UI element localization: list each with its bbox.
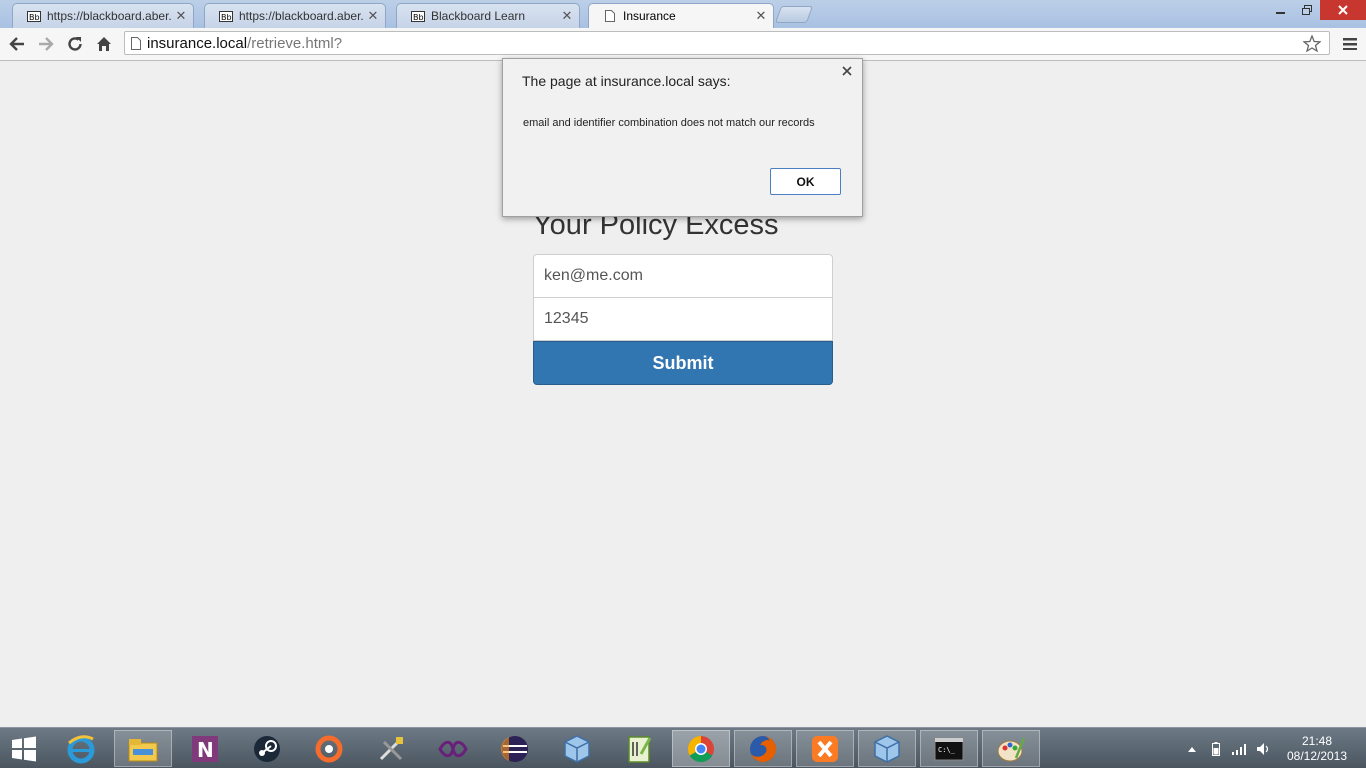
tab-label: Insurance <box>623 9 676 23</box>
back-icon[interactable] <box>5 32 29 56</box>
dialog-message: email and identifier combination does no… <box>523 117 815 129</box>
show-hidden-icons-icon[interactable] <box>1180 739 1204 759</box>
tab-label: Blackboard Learn <box>431 9 526 23</box>
command-prompt-icon[interactable]: C:\_ <box>920 730 978 767</box>
email-field[interactable] <box>533 254 833 298</box>
clock-time: 21:48 <box>1301 734 1333 748</box>
taskbar-clock[interactable]: 21:48 08/12/2013 <box>1286 734 1348 764</box>
svg-text:N: N <box>197 738 214 762</box>
reload-icon[interactable] <box>63 32 87 56</box>
blackboard-favicon-icon: Bb <box>411 10 425 22</box>
bookmark-star-icon[interactable] <box>1302 34 1322 56</box>
origin-icon[interactable] <box>300 730 358 767</box>
visual-studio-icon[interactable] <box>424 730 482 767</box>
svg-text:Bb: Bb <box>413 13 424 22</box>
chrome-icon[interactable] <box>672 730 730 767</box>
page-icon <box>125 36 147 50</box>
tab-label: https://blackboard.aber.ac <box>47 9 171 23</box>
window-controls <box>1268 0 1366 22</box>
tab-close-icon[interactable]: ✕ <box>175 8 187 24</box>
blackboard-favicon-icon: Bb <box>219 10 233 22</box>
restore-icon[interactable] <box>1294 0 1320 20</box>
steam-icon[interactable] <box>238 730 296 767</box>
ie-icon[interactable] <box>52 730 110 767</box>
tab-close-icon[interactable]: ✕ <box>755 8 767 24</box>
close-window-icon[interactable] <box>1320 0 1366 20</box>
browser-titlebar: Bb https://blackboard.aber.ac ✕ Bb https… <box>0 0 1366 28</box>
identifier-field[interactable] <box>533 297 833 341</box>
tools-icon[interactable] <box>362 730 420 767</box>
windows-start-icon[interactable] <box>8 734 40 764</box>
virtualbox-icon[interactable] <box>548 730 606 767</box>
volume-icon[interactable] <box>1252 739 1276 759</box>
new-tab-button[interactable] <box>774 6 814 23</box>
tab-blackboard-1[interactable]: Bb https://blackboard.aber.ac ✕ <box>12 3 194 28</box>
tab-label: https://blackboard.aber.ac <box>239 9 363 23</box>
tab-blackboard-2[interactable]: Bb https://blackboard.aber.ac ✕ <box>204 3 386 28</box>
onenote-icon[interactable]: N <box>176 730 234 767</box>
file-explorer-icon[interactable] <box>114 730 172 767</box>
network-signal-icon[interactable] <box>1228 739 1252 759</box>
alert-dialog: The page at insurance.local says: email … <box>502 58 863 217</box>
home-icon[interactable] <box>92 32 116 56</box>
battery-icon[interactable] <box>1204 739 1228 759</box>
address-host: insurance.local <box>147 34 248 52</box>
submit-button[interactable]: Submit <box>533 341 833 385</box>
tab-close-icon[interactable]: ✕ <box>367 8 379 24</box>
svg-text:C:\_: C:\_ <box>938 746 956 754</box>
system-tray <box>1180 728 1276 768</box>
close-icon[interactable] <box>840 65 854 79</box>
paint-icon[interactable] <box>982 730 1040 767</box>
page-favicon-icon <box>603 10 617 22</box>
xampp-icon[interactable] <box>796 730 854 767</box>
taskbar: N C:\_ 21:48 08/12/2013 <box>0 727 1366 768</box>
svg-text:Bb: Bb <box>221 13 232 22</box>
tab-blackboard-learn[interactable]: Bb Blackboard Learn ✕ <box>396 3 580 28</box>
dialog-title: The page at insurance.local says: <box>522 73 731 89</box>
menu-icon[interactable] <box>1338 32 1362 56</box>
tab-insurance[interactable]: Insurance ✕ <box>588 3 774 28</box>
firefox-icon[interactable] <box>734 730 792 767</box>
browser-toolbar: insurance.local/retrieve.html? <box>0 28 1366 61</box>
blackboard-favicon-icon: Bb <box>27 10 41 22</box>
ok-button[interactable]: OK <box>770 168 841 195</box>
tab-close-icon[interactable]: ✕ <box>561 8 573 24</box>
address-path: /retrieve.html? <box>247 34 343 52</box>
virtualbox-vm-icon[interactable] <box>858 730 916 767</box>
minimize-icon[interactable] <box>1268 0 1294 20</box>
eclipse-icon[interactable] <box>486 730 544 767</box>
clock-date: 08/12/2013 <box>1286 749 1348 763</box>
svg-text:Bb: Bb <box>29 13 40 22</box>
notepad-plus-plus-icon[interactable] <box>610 730 668 767</box>
address-bar[interactable]: insurance.local/retrieve.html? <box>124 31 1330 55</box>
forward-icon[interactable] <box>34 32 58 56</box>
